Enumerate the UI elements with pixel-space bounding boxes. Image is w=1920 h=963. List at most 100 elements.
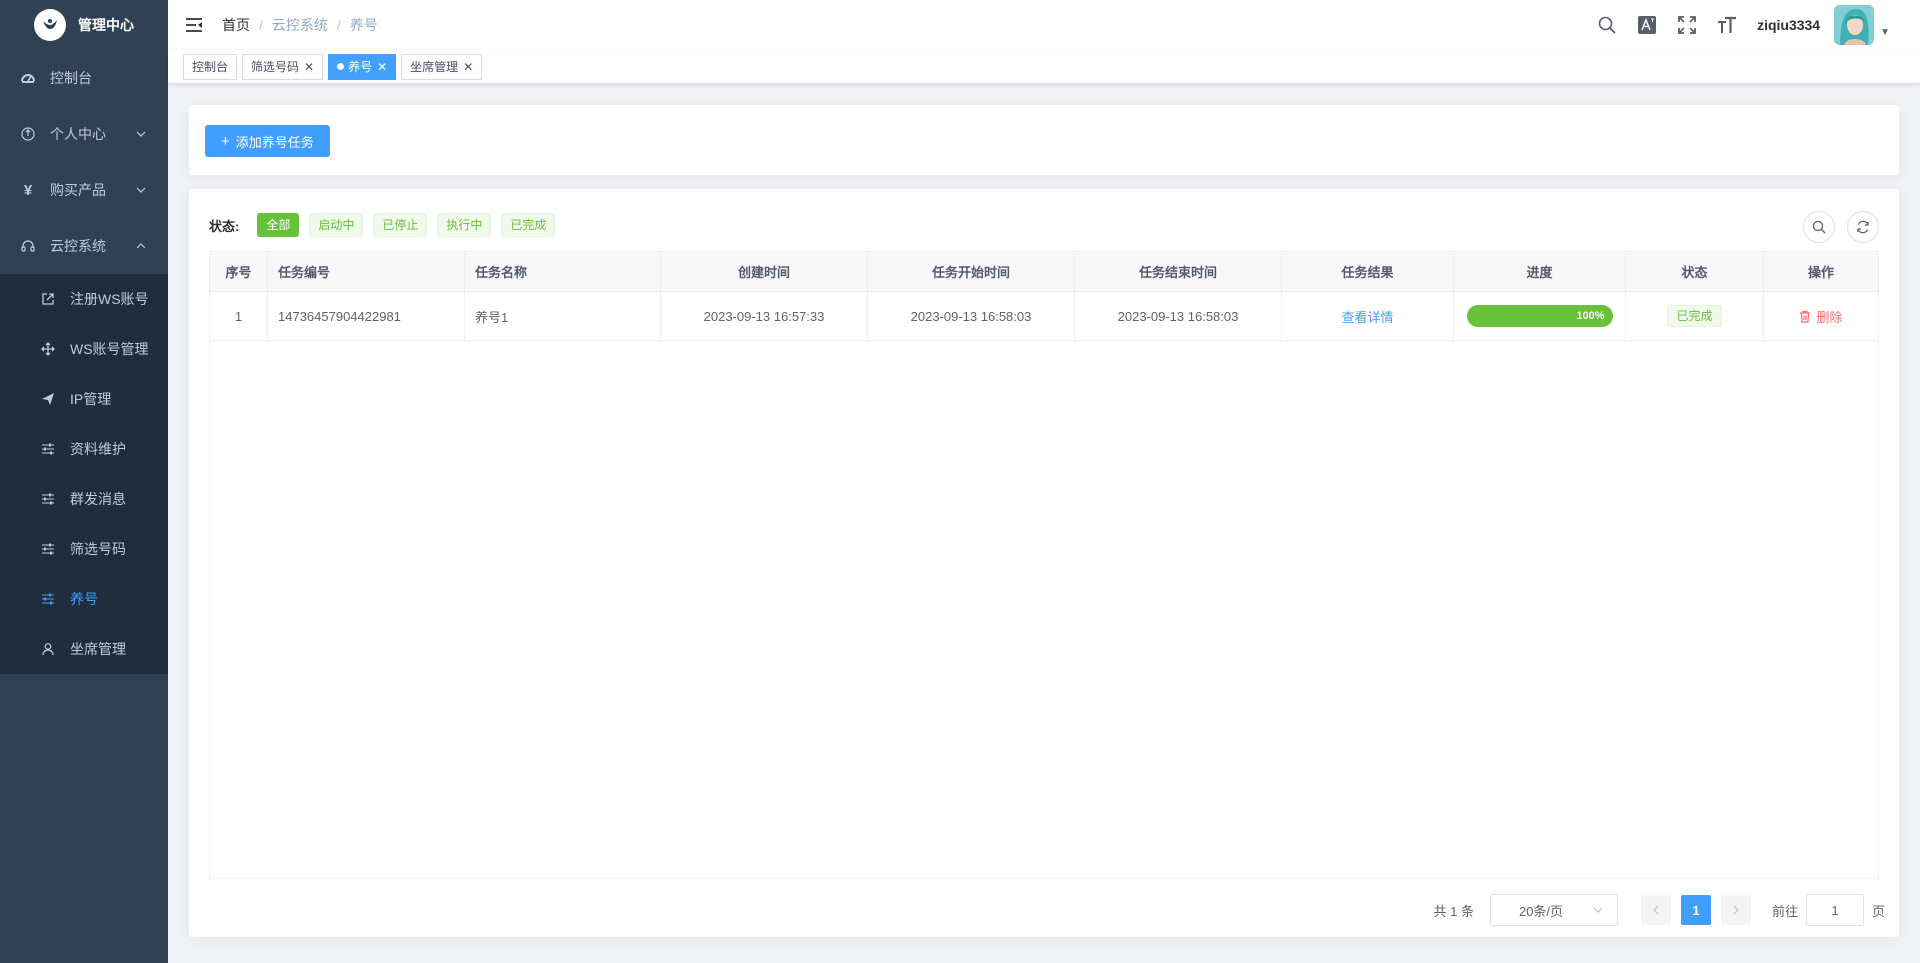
sidebar-item-seat-management[interactable]: 坐席管理 [0,624,168,674]
chevron-down-icon [1593,907,1603,913]
sidebar-item-ws-accounts[interactable]: WS账号管理 [0,324,168,374]
col-result: 任务结果 [1282,252,1454,291]
filter-stopped[interactable]: 已停止 [373,213,428,237]
jump-page-input[interactable] [1805,894,1864,926]
sidebar-item-filter-numbers[interactable]: 筛选号码 [0,524,168,574]
headset-icon [20,238,36,254]
font-size-icon[interactable] [1717,15,1737,35]
task-table: 序号 任务编号 任务名称 创建时间 任务开始时间 任务结束时间 任务结果 进度 … [209,251,1879,879]
tag-label: 坐席管理 [410,59,459,74]
next-page-button[interactable] [1720,895,1751,925]
close-icon[interactable]: ✕ [377,55,387,79]
page-jumper: 前往 页 [1772,894,1885,926]
tag-seat-management[interactable]: 坐席管理 ✕ [401,53,483,80]
breadcrumb-separator: / [336,17,341,33]
send-icon [40,391,56,407]
page-size-select[interactable]: 20条/页 [1489,894,1618,926]
toolbar-card: + 添加养号任务 [188,104,1900,176]
sidebar-item-label: 控制台 [50,70,92,86]
jump-prefix: 前往 [1771,903,1798,919]
search-icon[interactable] [1597,15,1617,35]
breadcrumb-cloud-control: 云控系统 [271,17,328,33]
status-filter: 状态: 全部 启动中 已停止 执行中 已完成 [209,213,565,237]
table-row: 1 14736457904422981 养号1 2023-09-13 16:57… [210,292,1878,341]
sidebar: 管理中心 控制台 个人中心 ¥ 购买产品 云控系统 注册WS账号 WS账号管理 … [0,0,168,963]
external-link-icon [40,291,56,307]
col-index: 序号 [210,252,268,291]
pagination-total: 共 1 条 [1433,903,1474,919]
status-badge: 已完成 [1667,305,1722,327]
tag-label: 养号 [348,59,373,74]
fullscreen-icon[interactable] [1677,15,1697,35]
sidebar-item-purchase[interactable]: ¥ 购买产品 [0,162,168,218]
col-created: 创建时间 [661,252,868,291]
sidebar-item-label: 坐席管理 [70,641,126,657]
filter-completed[interactable]: 已完成 [501,213,556,237]
sidebar-item-label: 个人中心 [50,126,106,142]
status-filter-label: 状态: [209,218,240,234]
sidebar-item-register-ws[interactable]: 注册WS账号 [0,274,168,324]
sidebar-item-profile-maint[interactable]: 资料维护 [0,424,168,474]
chevron-down-icon [136,182,146,198]
active-dot-icon [337,63,345,70]
cell-end: 2023-09-13 16:58:03 [1075,292,1282,340]
prev-page-button[interactable] [1640,895,1671,925]
delete-label: 删除 [1816,309,1843,325]
translate-icon[interactable] [1637,15,1657,35]
sidebar-item-cloud-control[interactable]: 云控系统 [0,218,168,274]
delete-button[interactable]: 删除 [1799,307,1843,326]
user-circle-icon [20,126,36,142]
search-toggle-button[interactable] [1803,211,1835,243]
progress-bar: 100% [1466,305,1613,327]
close-icon[interactable]: ✕ [304,55,314,79]
tag-nurture[interactable]: 养号 ✕ [328,53,397,80]
tag-filter-numbers[interactable]: 筛选号码 ✕ [242,53,324,80]
yen-icon: ¥ [23,181,33,199]
close-icon[interactable]: ✕ [463,55,473,79]
chevron-left-icon [1653,905,1659,915]
add-task-label: 添加养号任务 [235,134,314,150]
plus-icon: + [221,132,230,150]
refresh-icon [1857,220,1869,234]
sidebar-item-personal[interactable]: 个人中心 [0,106,168,162]
cell-task-no: 14736457904422981 [268,292,465,340]
filter-starting[interactable]: 启动中 [309,213,364,237]
breadcrumb-home[interactable]: 首页 [222,15,250,35]
cell-created: 2023-09-13 16:57:33 [661,292,868,340]
breadcrumb-separator: / [259,17,263,33]
sidebar-item-ip[interactable]: IP管理 [0,374,168,424]
cell-task-name: 养号1 [465,292,661,340]
sliders-icon [40,441,56,457]
sidebar-item-label: 群发消息 [70,491,126,507]
sidebar-item-dashboard[interactable]: 控制台 [0,50,168,106]
add-task-button[interactable]: + 添加养号任务 [205,125,330,157]
user-icon [40,641,56,657]
filter-running[interactable]: 执行中 [437,213,492,237]
caret-down-icon[interactable]: ▼ [1880,27,1890,38]
cell-index: 1 [210,292,268,340]
tags-view: 控制台 筛选号码 ✕ 养号 ✕ 坐席管理 ✕ [168,50,1920,84]
move-icon [40,341,56,357]
table-header: 序号 任务编号 任务名称 创建时间 任务开始时间 任务结束时间 任务结果 进度 … [210,252,1878,292]
tag-dashboard[interactable]: 控制台 [183,53,238,80]
col-start: 任务开始时间 [868,252,1075,291]
col-task-name: 任务名称 [465,252,661,291]
chevron-right-icon [1733,905,1739,915]
col-action: 操作 [1807,265,1834,280]
filter-all[interactable]: 全部 [257,213,300,237]
tag-label: 控制台 [192,59,229,74]
sliders-icon [40,541,56,557]
jump-suffix: 页 [1871,903,1885,919]
sidebar-item-nurture[interactable]: 养号 [0,574,168,624]
breadcrumb-current: 养号 [349,17,378,33]
avatar[interactable] [1834,5,1875,45]
progress-label: 100% [1576,310,1605,322]
refresh-button[interactable] [1847,211,1879,243]
view-details-link[interactable]: 查看详情 [1341,307,1393,326]
username[interactable]: ziqiu3334 [1757,17,1820,33]
hamburger-icon[interactable] [184,15,204,35]
sidebar-item-label: 养号 [70,591,98,607]
trash-icon [1800,310,1811,323]
sidebar-item-mass-message[interactable]: 群发消息 [0,474,168,524]
page-number[interactable]: 1 [1680,895,1711,925]
